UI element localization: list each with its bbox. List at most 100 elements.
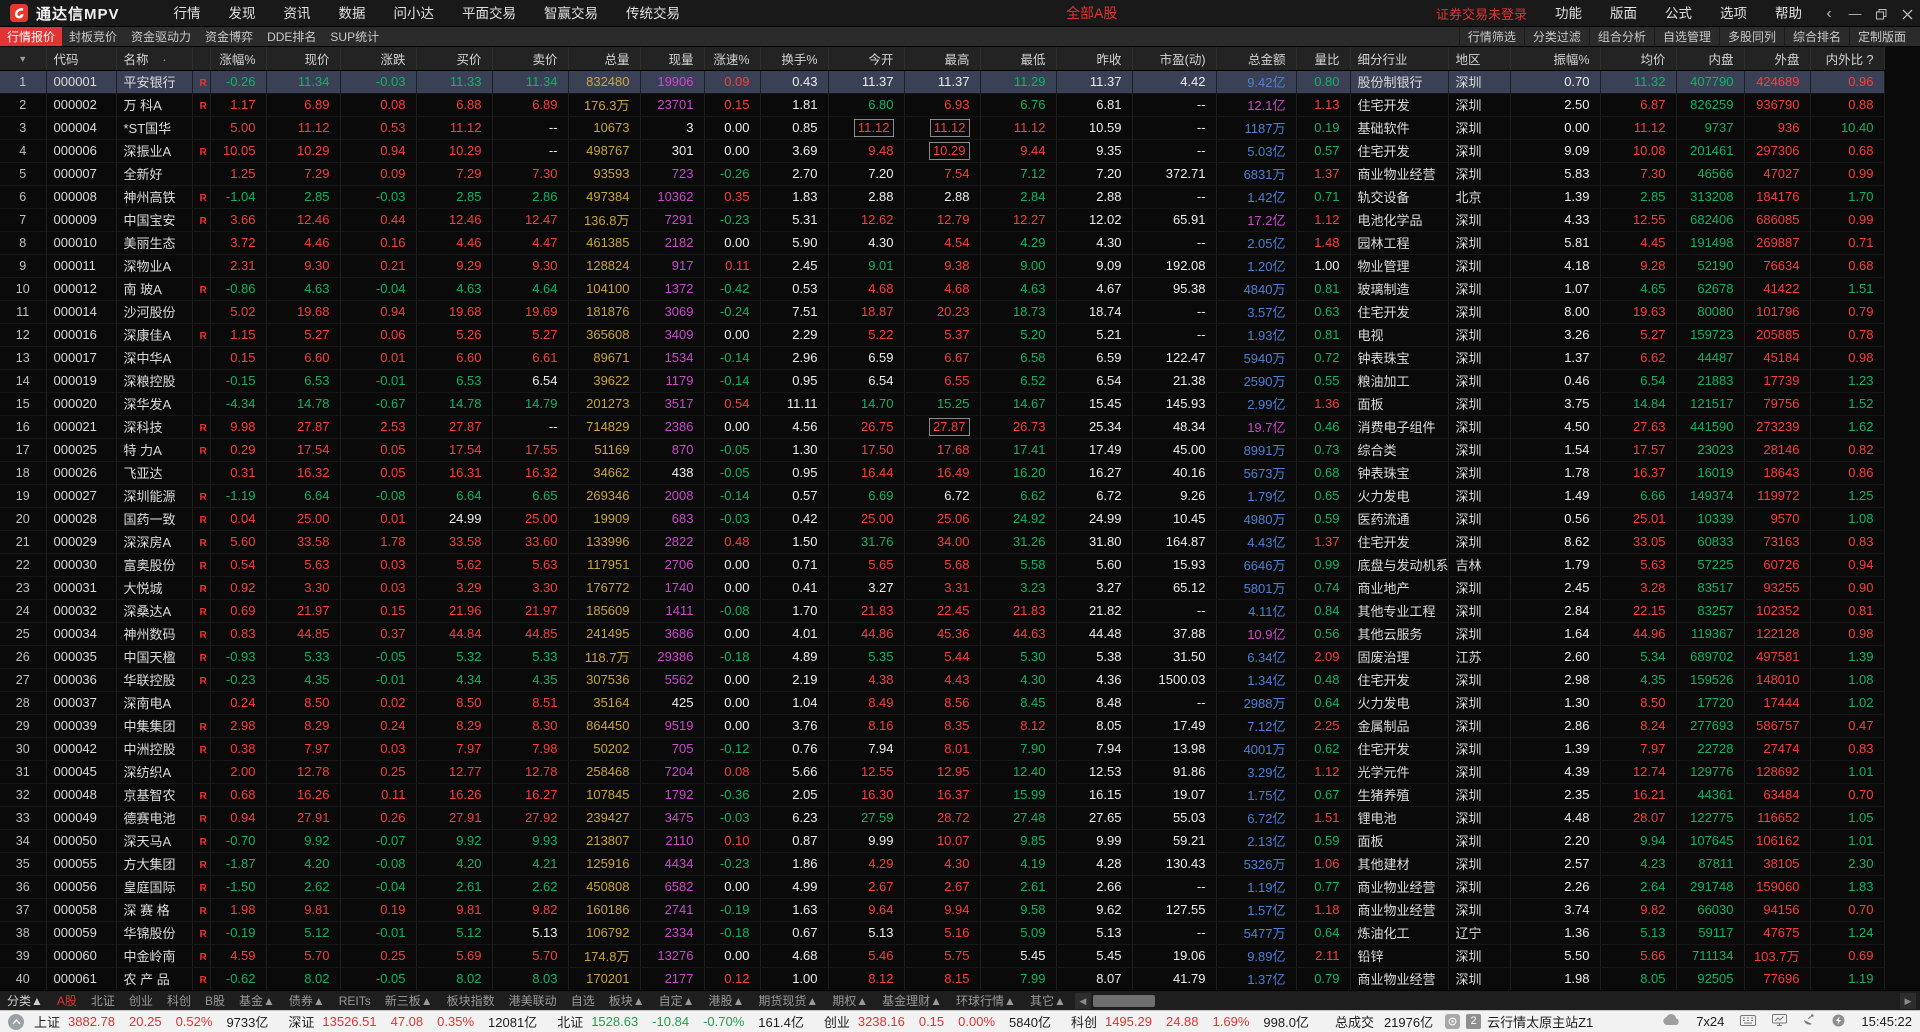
col-header-open[interactable]: 今开: [828, 47, 904, 70]
connection-icon[interactable]: [1445, 1014, 1460, 1029]
col-header-name[interactable]: 名称 ·: [116, 47, 192, 70]
table-row[interactable]: 6000008神州高铁R-1.042.85-0.032.852.86497384…: [0, 185, 1884, 208]
table-row[interactable]: 2000002万 科AR1.176.890.086.886.89176.3万23…: [0, 93, 1884, 116]
col-header-chg[interactable]: 涨跌: [340, 47, 416, 70]
col-header-cur[interactable]: 现量: [640, 47, 704, 70]
table-row[interactable]: 1000001平安银行R-0.2611.34-0.0311.3311.34832…: [0, 70, 1884, 93]
menu-item-智赢交易[interactable]: 智赢交易: [530, 0, 612, 27]
col-header-idx[interactable]: ▼: [0, 47, 46, 70]
keyboard-icon[interactable]: [1740, 1014, 1756, 1029]
menu-item-帮助[interactable]: 帮助: [1761, 0, 1816, 27]
market-tab-港美联动[interactable]: 港美联动: [502, 991, 564, 1011]
table-row[interactable]: 29000039中集集团R2.988.290.248.298.308644509…: [0, 714, 1884, 737]
scroll-right-icon[interactable]: ▶: [1900, 993, 1916, 1009]
index-北证[interactable]: 北证1528.63-10.84-0.70%161.4亿: [557, 1012, 814, 1031]
table-row[interactable]: 34000050深天马AR-0.709.92-0.079.929.9321380…: [0, 829, 1884, 852]
col-header-buy[interactable]: 买价: [416, 47, 492, 70]
table-row[interactable]: 39000060中金岭南R4.595.700.255.695.70174.8万1…: [0, 944, 1884, 967]
col-header-pe[interactable]: 市盈(动): [1132, 47, 1216, 70]
table-row[interactable]: 31000045深纺织A2.0012.780.2512.7712.7825846…: [0, 760, 1884, 783]
quote-tab-资金博弈[interactable]: 资金博弈: [198, 27, 260, 46]
index-创业[interactable]: 创业3238.160.150.00%5840亿: [824, 1012, 1061, 1031]
tool-行情筛选[interactable]: 行情筛选: [1459, 27, 1524, 47]
table-row[interactable]: 3000004*ST国华5.0011.120.5311.12--1067330.…: [0, 116, 1884, 139]
market-tab-B股[interactable]: B股: [198, 991, 232, 1011]
table-row[interactable]: 8000010美丽生态3.724.460.164.464.47461385218…: [0, 231, 1884, 254]
col-header-turn[interactable]: 换手%: [760, 47, 828, 70]
table-row[interactable]: 24000032深桑达AR0.6921.970.1521.9621.971856…: [0, 599, 1884, 622]
market-tab-板块▲[interactable]: 板块▲: [602, 991, 652, 1011]
col-header-sell[interactable]: 卖价: [492, 47, 568, 70]
market-tab-基金理财▲[interactable]: 基金理财▲: [875, 991, 949, 1011]
menu-item-问小达[interactable]: 问小达: [380, 0, 449, 27]
tool-分类过滤[interactable]: 分类过滤: [1524, 27, 1589, 47]
minimize-icon[interactable]: —: [1842, 0, 1868, 27]
table-row[interactable]: 14000019深粮控股-0.156.53-0.016.536.54396221…: [0, 369, 1884, 392]
menu-item-行情[interactable]: 行情: [160, 0, 215, 27]
col-header-high[interactable]: 最高: [904, 47, 980, 70]
col-header-outer[interactable]: 外盘: [1744, 47, 1810, 70]
col-header-pct[interactable]: 涨幅%: [210, 47, 266, 70]
satellite-icon[interactable]: [1803, 1014, 1816, 1029]
market-tab-债券▲[interactable]: 债券▲: [282, 991, 332, 1011]
quote-tab-DDE排名[interactable]: DDE排名: [260, 27, 323, 46]
table-row[interactable]: 36000056皇庭国际R-1.502.62-0.042.612.6245080…: [0, 875, 1884, 898]
market-tab-基金▲[interactable]: 基金▲: [232, 991, 282, 1011]
table-row[interactable]: 20000028国药一致R0.0425.000.0124.9925.001990…: [0, 507, 1884, 530]
table-row[interactable]: 23000031大悦城R0.923.300.033.293.3017677217…: [0, 576, 1884, 599]
market-tab-港股▲[interactable]: 港股▲: [701, 991, 751, 1011]
tool-多股同列[interactable]: 多股同列: [1719, 27, 1784, 47]
table-row[interactable]: 33000049德赛电池R0.9427.910.2627.9127.922394…: [0, 806, 1884, 829]
current-market-title[interactable]: 全部A股: [1066, 0, 1117, 27]
table-row[interactable]: 35000055方大集团R-1.874.20-0.084.204.2112591…: [0, 852, 1884, 875]
market-tab-分类▲[interactable]: 分类▲: [0, 991, 50, 1011]
menu-item-功能[interactable]: 功能: [1541, 0, 1596, 27]
close-icon[interactable]: [1894, 0, 1920, 27]
col-header-region[interactable]: 地区: [1448, 47, 1510, 70]
table-row[interactable]: 7000009中国宝安R3.6612.460.4412.4612.47136.8…: [0, 208, 1884, 231]
collapse-icon[interactable]: ‹: [1816, 0, 1842, 27]
menu-item-平面交易[interactable]: 平面交易: [448, 0, 530, 27]
quote-tab-资金驱动力[interactable]: 资金驱动力: [124, 27, 198, 46]
restore-icon[interactable]: [1868, 0, 1894, 27]
tool-定制版面[interactable]: 定制版面: [1849, 27, 1914, 47]
table-row[interactable]: 22000030富奥股份R0.545.630.035.625.631179512…: [0, 553, 1884, 576]
table-row[interactable]: 30000042中洲控股R0.387.970.037.977.985020270…: [0, 737, 1884, 760]
table-row[interactable]: 28000037深南电A0.248.500.028.508.5135164425…: [0, 691, 1884, 714]
menu-item-公式[interactable]: 公式: [1651, 0, 1706, 27]
table-row[interactable]: 21000029深深房AR5.6033.581.7833.5833.601339…: [0, 530, 1884, 553]
trade-login-status[interactable]: 证券交易未登录: [1436, 4, 1527, 23]
menu-item-选项[interactable]: 选项: [1706, 0, 1761, 27]
menu-item-资讯[interactable]: 资讯: [270, 0, 325, 27]
expand-panel-icon[interactable]: [8, 1014, 24, 1030]
tool-组合分析[interactable]: 组合分析: [1589, 27, 1654, 47]
market-tab-自选[interactable]: 自选: [564, 991, 602, 1011]
table-row[interactable]: 12000016深康佳AR1.155.270.065.265.273656083…: [0, 323, 1884, 346]
market-tab-北证[interactable]: 北证: [84, 991, 122, 1011]
market-tab-环球行情▲[interactable]: 环球行情▲: [949, 991, 1023, 1011]
table-row[interactable]: 40000061农 产 品R-0.628.02-0.058.028.031702…: [0, 967, 1884, 990]
table-row[interactable]: 17000025特 力AR0.2917.540.0517.5417.555116…: [0, 438, 1884, 461]
table-row[interactable]: 19000027深圳能源R-1.196.64-0.086.646.6526934…: [0, 484, 1884, 507]
quote-tab-封板竞价[interactable]: 封板竞价: [62, 27, 124, 46]
col-header-price[interactable]: 现价: [266, 47, 340, 70]
table-row[interactable]: 32000048京基智农R0.6816.260.1116.2616.271078…: [0, 783, 1884, 806]
table-row[interactable]: 10000012南 玻AR-0.864.63-0.044.634.6410410…: [0, 277, 1884, 300]
table-row[interactable]: 27000036华联控股R-0.234.35-0.014.344.3530753…: [0, 668, 1884, 691]
market-tab-科创[interactable]: 科创: [160, 991, 198, 1011]
col-header-code[interactable]: 代码: [46, 47, 116, 70]
table-row[interactable]: 5000007全新好1.257.290.097.297.3093593723-0…: [0, 162, 1884, 185]
col-header-lb[interactable]: 量比: [1296, 47, 1350, 70]
menu-item-传统交易[interactable]: 传统交易: [612, 0, 694, 27]
power-icon[interactable]: [1832, 1014, 1845, 1030]
table-row[interactable]: 26000035中国天楹R-0.935.33-0.055.325.33118.7…: [0, 645, 1884, 668]
server-name[interactable]: 云行情太原主站Z1: [1487, 1012, 1593, 1031]
tool-自选管理[interactable]: 自选管理: [1654, 27, 1719, 47]
tool-综合排名[interactable]: 综合排名: [1784, 27, 1849, 47]
menu-item-发现[interactable]: 发现: [215, 0, 270, 27]
col-header-amp[interactable]: 振幅%: [1510, 47, 1600, 70]
table-row[interactable]: 4000006深振业AR10.0510.290.9410.29--4987673…: [0, 139, 1884, 162]
col-header-inner[interactable]: 内盘: [1676, 47, 1744, 70]
quote-tab-行情报价[interactable]: 行情报价: [0, 27, 62, 46]
table-row[interactable]: 16000021深科技R9.9827.872.5327.87--71482923…: [0, 415, 1884, 438]
